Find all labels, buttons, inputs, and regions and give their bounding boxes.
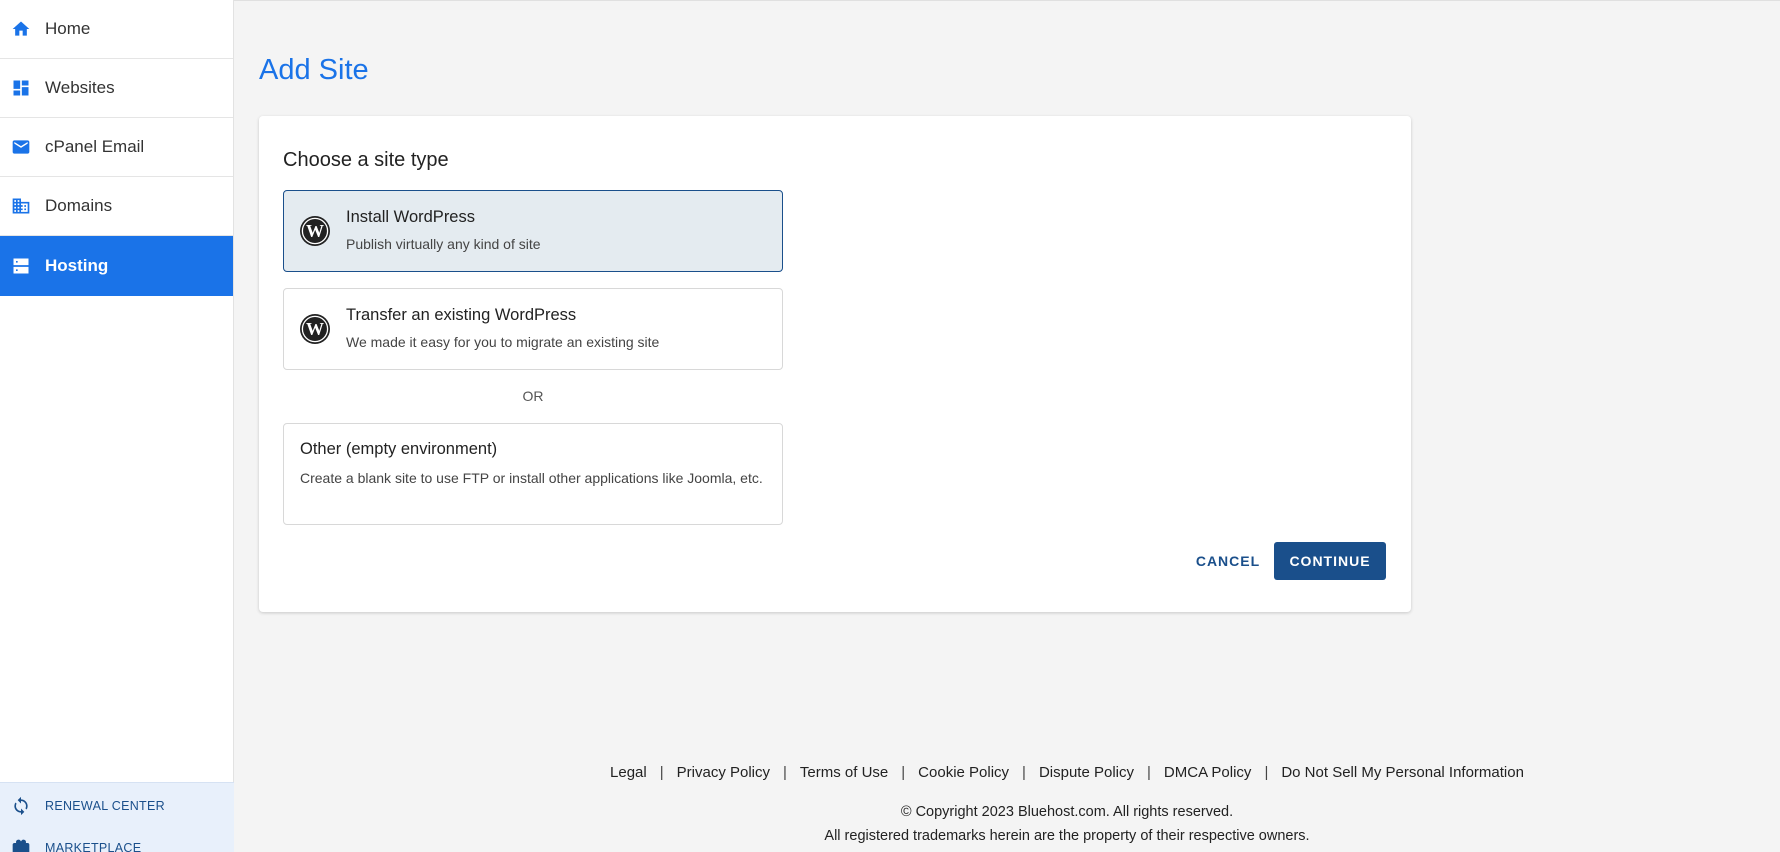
sidebar: Home Websites cPanel Email Domains Hosti…	[0, 0, 234, 852]
footer-link-terms-of-use[interactable]: Terms of Use	[800, 764, 888, 781]
svg-text:W: W	[306, 319, 324, 339]
cancel-button[interactable]: CANCEL	[1193, 542, 1263, 580]
option-install-wordpress[interactable]: W Install WordPress Publish virtually an…	[283, 190, 783, 272]
sidebar-item-label: Websites	[45, 78, 115, 97]
option-title: Other (empty environment)	[300, 440, 498, 458]
footer-link-privacy-policy[interactable]: Privacy Policy	[677, 764, 770, 781]
sidebar-bottom-section: RENEWAL CENTER MARKETPLACE	[0, 782, 234, 852]
option-title: Install WordPress	[346, 208, 475, 226]
or-divider: OR	[522, 388, 544, 404]
footer-link-do-not-sell[interactable]: Do Not Sell My Personal Information	[1281, 764, 1524, 781]
marketplace-link[interactable]: MARKETPLACE	[0, 825, 234, 852]
sidebar-item-home[interactable]: Home	[0, 0, 233, 59]
footer-links: Legal | Privacy Policy | Terms of Use | …	[234, 764, 1780, 781]
renewal-center-label: RENEWAL CENTER	[45, 799, 165, 813]
svg-text:W: W	[306, 221, 324, 241]
trademarks-text: All registered trademarks herein are the…	[824, 828, 1310, 844]
footer-separator: |	[659, 764, 664, 781]
add-site-card: Choose a site type W Install WordPress P…	[259, 116, 1411, 612]
page-title: Add Site	[259, 54, 369, 86]
sidebar-item-hosting[interactable]: Hosting	[0, 236, 233, 296]
dashboard-icon	[10, 77, 32, 99]
footer-link-dmca-policy[interactable]: DMCA Policy	[1164, 764, 1252, 781]
option-other-empty-environment[interactable]: Other (empty environment) Create a blank…	[283, 423, 783, 525]
gift-icon	[10, 837, 32, 852]
footer-separator: |	[783, 764, 787, 781]
wordpress-icon: W	[299, 313, 331, 345]
top-divider	[234, 0, 1780, 1]
continue-button[interactable]: CONTINUE	[1274, 542, 1386, 580]
marketplace-label: MARKETPLACE	[45, 841, 142, 852]
option-description: We made it easy for you to migrate an ex…	[346, 334, 660, 350]
option-title: Transfer an existing WordPress	[346, 306, 577, 324]
sidebar-item-label: Home	[45, 19, 91, 38]
footer-link-cookie-policy[interactable]: Cookie Policy	[918, 764, 1009, 781]
sidebar-item-websites[interactable]: Websites	[0, 59, 233, 118]
footer-separator: |	[1147, 764, 1151, 781]
sidebar-item-label: Hosting	[45, 256, 109, 275]
building-icon	[10, 195, 32, 217]
home-icon	[10, 18, 32, 40]
sidebar-item-cpanel-email[interactable]: cPanel Email	[0, 118, 233, 177]
copyright-text: © Copyright 2023 Bluehost.com. All right…	[900, 804, 1234, 820]
option-description: Publish virtually any kind of site	[346, 236, 541, 252]
option-transfer-wordpress[interactable]: W Transfer an existing WordPress We made…	[283, 288, 783, 370]
server-icon	[10, 255, 32, 277]
renewal-center-link[interactable]: RENEWAL CENTER	[0, 783, 234, 829]
footer-link-legal[interactable]: Legal	[610, 764, 647, 781]
footer-link-dispute-policy[interactable]: Dispute Policy	[1039, 764, 1134, 781]
card-heading: Choose a site type	[283, 149, 449, 171]
sidebar-item-label: Domains	[45, 196, 113, 215]
refresh-icon	[10, 795, 32, 817]
mail-icon	[10, 136, 32, 158]
footer-separator: |	[901, 764, 906, 781]
wordpress-icon: W	[299, 215, 331, 247]
footer-separator: |	[1264, 764, 1269, 781]
sidebar-item-label: cPanel Email	[45, 137, 145, 156]
option-description: Create a blank site to use FTP or instal…	[300, 470, 763, 486]
footer-separator: |	[1022, 764, 1026, 781]
sidebar-item-domains[interactable]: Domains	[0, 177, 233, 236]
